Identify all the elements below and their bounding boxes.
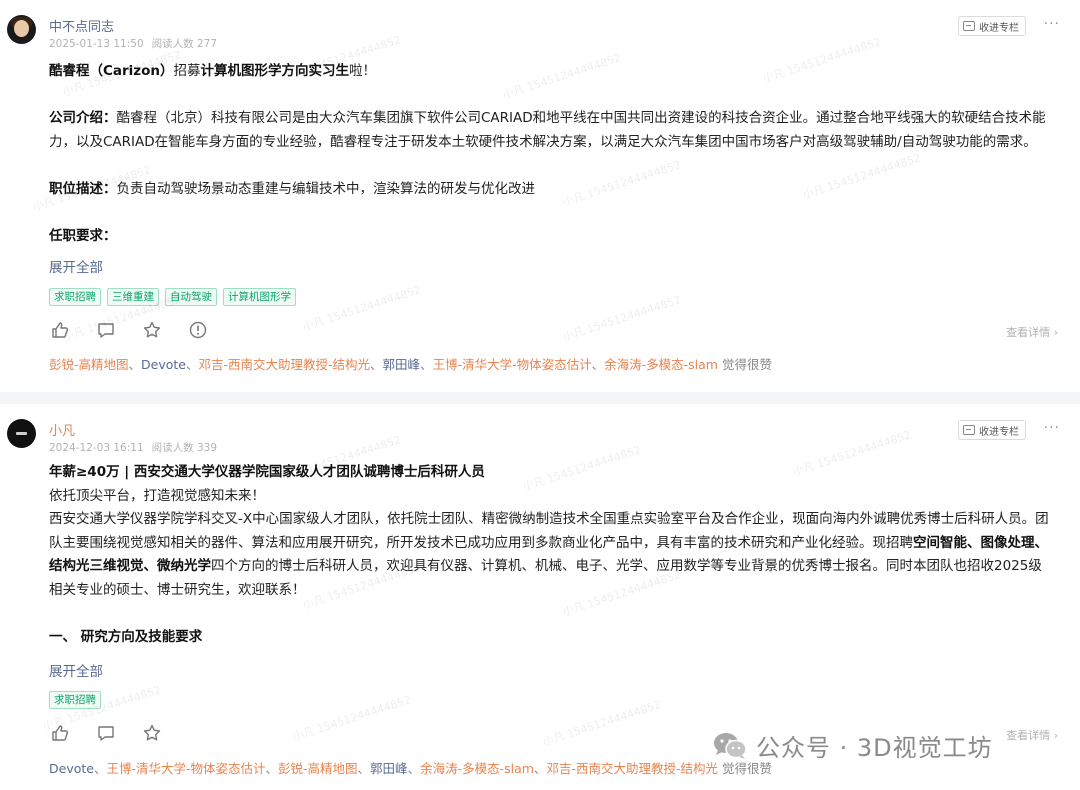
intro-label: 公司介绍： — [49, 110, 117, 126]
report-icon[interactable] — [188, 320, 208, 340]
post-date: 2024-12-03 16:11 — [49, 442, 144, 454]
post-paragraph: 西安交通大学仪器学院学科交叉-X中心国家级人才团队，依托院士团队、精密微纳制造技… — [49, 508, 1050, 602]
expand-all-link[interactable]: 展开全部 — [49, 660, 103, 680]
likes-line: 彭锐-高精地图、Devote、邓吉-西南交大助理教授-结构光、郭田峰、王博-清华… — [49, 357, 772, 372]
expand-all-link[interactable]: 展开全部 — [49, 256, 103, 276]
post-meta: 2024-12-03 16:11 阅读人数 339 — [49, 440, 217, 455]
post-title-text: 年薪≥40万 | 西安交通大学仪器学院国家级人才团队诚聘博士后科研人员 — [49, 464, 485, 480]
liker-name[interactable]: 王博-清华大学-物体姿态估计 — [106, 761, 265, 776]
post-headline: 酷睿程（Carizon）招募计算机图形学方向实习生啦！ — [49, 60, 1050, 84]
post-subtitle: 依托顶尖平台，打造视觉感知未来！ — [49, 487, 265, 504]
headline-role: 计算机图形学方向实习生 — [200, 63, 350, 79]
requirements-heading: 任职要求： — [49, 225, 1050, 249]
liker-name[interactable]: 邓吉-西南交大助理教授-结构光 — [199, 357, 371, 372]
add-to-column-label: 收进专栏 — [979, 22, 1019, 34]
position-text: 负责自动驾驶场景动态重建与编辑技术中，渲染算法的研发与优化改进 — [116, 180, 536, 197]
avatar[interactable] — [7, 15, 36, 44]
intro-text: 酷睿程（北京）科技有限公司是由大众汽车集团旗下软件公司CARIAD和地平线在中国… — [49, 110, 1046, 150]
post-meta: 2025-01-13 11:50 阅读人数 277 — [49, 36, 217, 51]
liker-name[interactable]: Devote — [141, 357, 186, 372]
more-options-icon[interactable]: ··· — [1044, 420, 1060, 436]
comment-icon[interactable] — [96, 320, 116, 340]
like-icon[interactable] — [50, 320, 70, 340]
headline-end: 啦！ — [349, 63, 377, 79]
tag[interactable]: 求职招聘 — [49, 691, 101, 709]
view-details-link[interactable]: 查看详情 › — [1006, 727, 1058, 743]
tag[interactable]: 自动驾驶 — [165, 288, 217, 306]
liker-name[interactable]: 王博-清华大学-物体姿态估计 — [433, 357, 592, 372]
author-name[interactable]: 小凡 — [49, 420, 75, 439]
read-count: 阅读人数 277 — [151, 38, 218, 50]
liker-name[interactable]: 余海涛-多模态-slam — [604, 357, 718, 372]
tag[interactable]: 求职招聘 — [49, 288, 101, 306]
post-title: 年薪≥40万 | 西安交通大学仪器学院国家级人才团队诚聘博士后科研人员 — [49, 461, 1050, 485]
tag[interactable]: 三维重建 — [107, 288, 159, 306]
star-icon[interactable] — [142, 320, 162, 340]
position-label: 职位描述： — [49, 180, 117, 197]
brand-label: 公众号 · 3D视觉工坊 — [756, 734, 993, 762]
wechat-brand: 公众号 · 3D视觉工坊 — [712, 728, 993, 763]
liker-name[interactable]: 郭田峰 — [370, 761, 408, 776]
position-description: 职位描述：负责自动驾驶场景动态重建与编辑技术中，渲染算法的研发与优化改进 — [49, 178, 1050, 202]
paragraph-text: 西安交通大学仪器学院学科交叉-X中心国家级人才团队，依托院士团队、精密微纳制造技… — [49, 511, 1049, 551]
add-to-column-button[interactable]: 收进专栏 — [958, 420, 1026, 440]
post-content: 年薪≥40万 | 西安交通大学仪器学院国家级人才团队诚聘博士后科研人员 依托顶尖… — [49, 461, 1050, 649]
add-to-column-button[interactable]: 收进专栏 — [958, 16, 1026, 36]
avatar-face — [14, 20, 29, 37]
view-details-link[interactable]: 查看详情 › — [1006, 324, 1058, 340]
action-bar — [50, 320, 208, 340]
liker-name[interactable]: 彭锐-高精地图 — [278, 761, 358, 776]
section-heading-text: 一、 研究方向及技能要求 — [49, 628, 203, 645]
star-icon[interactable] — [142, 723, 162, 743]
column-icon — [963, 425, 975, 435]
action-bar — [50, 723, 162, 743]
column-icon — [963, 21, 975, 31]
tag-list: 求职招聘 三维重建 自动驾驶 计算机图形学 — [49, 288, 296, 306]
liker-name[interactable]: 郭田峰 — [383, 357, 421, 372]
wechat-icon — [714, 732, 747, 759]
liker-name[interactable]: 彭锐-高精地图 — [49, 357, 129, 372]
post-card: 中不点同志 2025-01-13 11:50 阅读人数 277 收进专栏 ··· … — [0, 0, 1080, 392]
more-options-icon[interactable]: ··· — [1044, 16, 1060, 32]
likes-line: Devote、王博-清华大学-物体姿态估计、彭锐-高精地图、郭田峰、余海涛-多模… — [49, 761, 772, 776]
requirements-label: 任职要求： — [49, 227, 117, 244]
liker-name[interactable]: Devote — [49, 761, 94, 776]
liker-name[interactable]: 邓吉-西南交大助理教授-结构光 — [546, 761, 718, 776]
tag-list: 求职招聘 — [49, 691, 101, 709]
avatar[interactable] — [7, 419, 36, 448]
company-intro: 公司介绍：酷睿程（北京）科技有限公司是由大众汽车集团旗下软件公司CARIAD和地… — [49, 107, 1050, 154]
comment-icon[interactable] — [96, 723, 116, 743]
avatar-mark — [16, 432, 27, 435]
add-to-column-label: 收进专栏 — [979, 426, 1019, 438]
read-count: 阅读人数 339 — [151, 442, 218, 454]
likes-suffix: 觉得很赞 — [717, 761, 772, 776]
likes-suffix: 觉得很赞 — [717, 357, 772, 372]
post-content: 酷睿程（Carizon）招募计算机图形学方向实习生啦！ 公司介绍：酷睿程（北京）… — [49, 60, 1050, 248]
liker-name[interactable]: 余海涛-多模态-slam — [420, 761, 534, 776]
post-separator — [0, 392, 1080, 404]
tag[interactable]: 计算机图形学 — [223, 288, 296, 306]
headline-text: 招募 — [173, 63, 201, 79]
post-date: 2025-01-13 11:50 — [49, 38, 144, 50]
company-name: 酷睿程（Carizon） — [49, 63, 174, 79]
author-name[interactable]: 中不点同志 — [49, 16, 114, 35]
section-heading: 一、 研究方向及技能要求 — [49, 626, 1050, 650]
like-icon[interactable] — [50, 723, 70, 743]
